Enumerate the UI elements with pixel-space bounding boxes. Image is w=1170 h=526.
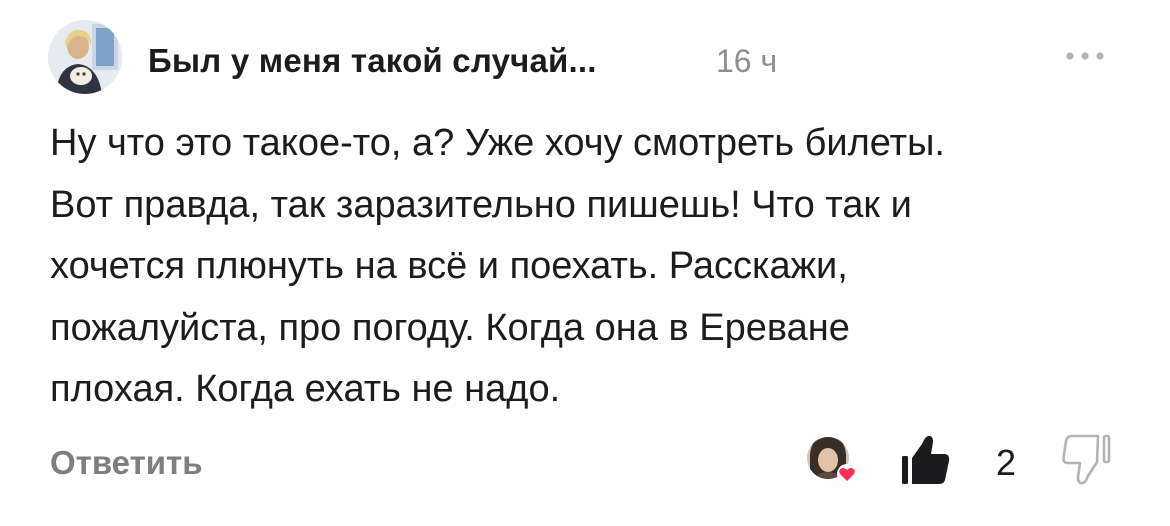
comment-card: Был у меня такой случай... 16 ч Ну что э… [0,0,1170,526]
comment-text: Ну что это такое-то, а? Уже хочу смотрет… [50,113,1130,421]
comment-text-line: плохая. Когда ехать не надо. [50,368,561,410]
comment-time: 16 ч [716,43,778,79]
thumbs-up-icon[interactable] [900,432,952,488]
comment-text-line: Вот правда, так заразительно пишешь! Что… [50,183,912,226]
heart-icon [837,464,857,484]
reply-button[interactable]: Ответить [50,444,203,482]
comment-text-line: хочется плюнуть на всё и поехать. Расска… [50,245,848,287]
avatar-image [48,20,122,94]
comment-header: Был у меня такой случай... 16 ч [48,20,1118,96]
comment-text-line: пожалуйста, про погоду. Когда она в Ерев… [50,306,850,349]
author-avatar[interactable] [48,20,122,94]
author-name[interactable]: Был у меня такой случай... [148,42,597,80]
thumbs-down-icon[interactable] [1062,432,1112,490]
like-count: 2 [996,442,1017,483]
reactor-avatar[interactable] [806,434,858,488]
comment-text-line: Ну что это такое-то, а? Уже хочу смотрет… [50,122,945,164]
more-dots-icon[interactable] [1062,46,1108,66]
comment-actions: Ответить 2 [48,430,1128,494]
